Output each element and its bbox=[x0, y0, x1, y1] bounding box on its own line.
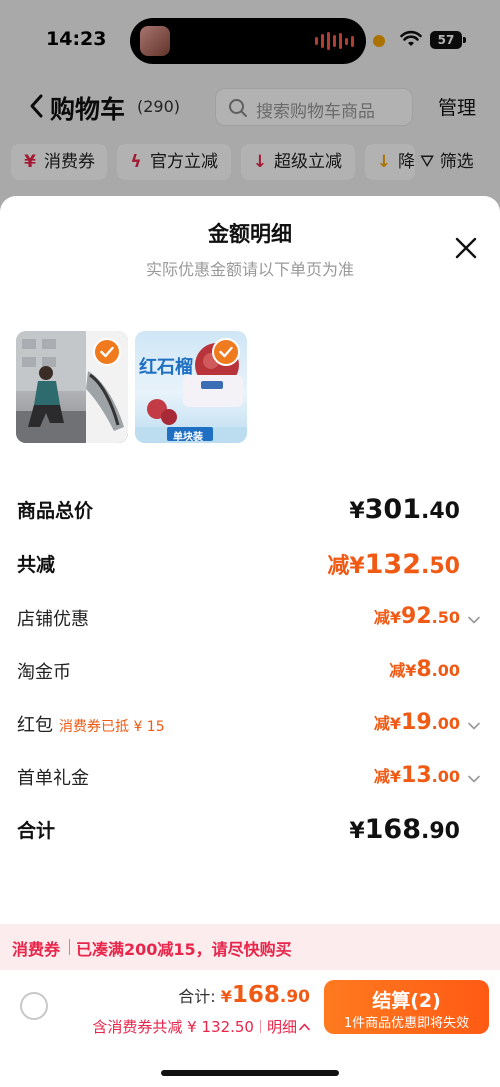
total-discount-value: 减¥132.50 bbox=[327, 549, 460, 580]
red-packet-coupon-note: 消费券已抵 ¥ 15 bbox=[59, 719, 165, 735]
amount-detail-sheet: 金额明细 实际优惠金额请以下单页为准 红石榴 单块装 商品总价 ¥301.40 … bbox=[0, 196, 500, 1087]
selected-check-icon[interactable] bbox=[93, 338, 121, 366]
checkout-button[interactable]: 结算(2) 1件商品优惠即将失效 bbox=[324, 980, 489, 1034]
chevron-down-icon[interactable] bbox=[468, 775, 480, 783]
sum-value: ¥168.90 bbox=[349, 814, 460, 845]
store-discount-value[interactable]: 减¥92.50 bbox=[374, 604, 460, 629]
total-price-label: 商品总价 bbox=[17, 500, 94, 522]
product-thumbnail-shoe[interactable] bbox=[16, 331, 128, 443]
sheet-title: 金额明细 bbox=[208, 222, 292, 246]
coins-value: 减¥8.00 bbox=[389, 657, 460, 682]
chevron-up-icon[interactable] bbox=[299, 1023, 310, 1031]
chevron-down-icon[interactable] bbox=[468, 616, 480, 624]
close-icon[interactable] bbox=[454, 236, 478, 260]
sheet-subtitle: 实际优惠金额请以下单页为准 bbox=[145, 260, 354, 279]
store-discount-label: 店铺优惠 bbox=[17, 609, 89, 630]
coupon-promo-bar[interactable]: 消费券 已凑满200减15，请尽快购买 bbox=[0, 924, 500, 970]
footer-discount-summary: 含消费券共减 ¥ 132.50 明细 bbox=[92, 1016, 310, 1037]
select-all-checkbox[interactable] bbox=[20, 992, 48, 1020]
product-thumbnail-soap[interactable]: 红石榴 单块装 bbox=[135, 331, 247, 443]
home-indicator bbox=[161, 1070, 339, 1076]
footer-total: 合计: ¥168.90 bbox=[178, 982, 310, 1008]
red-packet-label: 红包 消费券已抵 ¥ 15 bbox=[17, 715, 165, 736]
first-order-gift-value[interactable]: 减¥13.00 bbox=[374, 763, 460, 788]
red-packet-value[interactable]: 减¥19.00 bbox=[374, 710, 460, 735]
soap-brand-text: 红石榴 bbox=[139, 357, 193, 378]
selected-check-icon[interactable] bbox=[212, 338, 240, 366]
total-price-value: ¥301.40 bbox=[349, 494, 460, 525]
promo-tag: 消费券 bbox=[12, 940, 61, 959]
soap-badge-text: 单块装 bbox=[173, 432, 203, 443]
chevron-down-icon[interactable] bbox=[468, 722, 480, 730]
first-order-gift-label: 首单礼金 bbox=[17, 768, 89, 789]
checkout-label: 结算(2) bbox=[372, 990, 441, 1012]
checkout-subtext: 1件商品优惠即将失效 bbox=[343, 1016, 470, 1031]
promo-text: 已凑满200减15，请尽快购买 bbox=[76, 940, 292, 959]
promo-divider bbox=[69, 939, 70, 955]
coins-label: 淘金币 bbox=[17, 662, 71, 683]
detail-toggle[interactable]: 明细 bbox=[267, 1018, 310, 1036]
total-discount-label: 共减 bbox=[17, 554, 56, 576]
sum-label: 合计 bbox=[17, 820, 56, 842]
